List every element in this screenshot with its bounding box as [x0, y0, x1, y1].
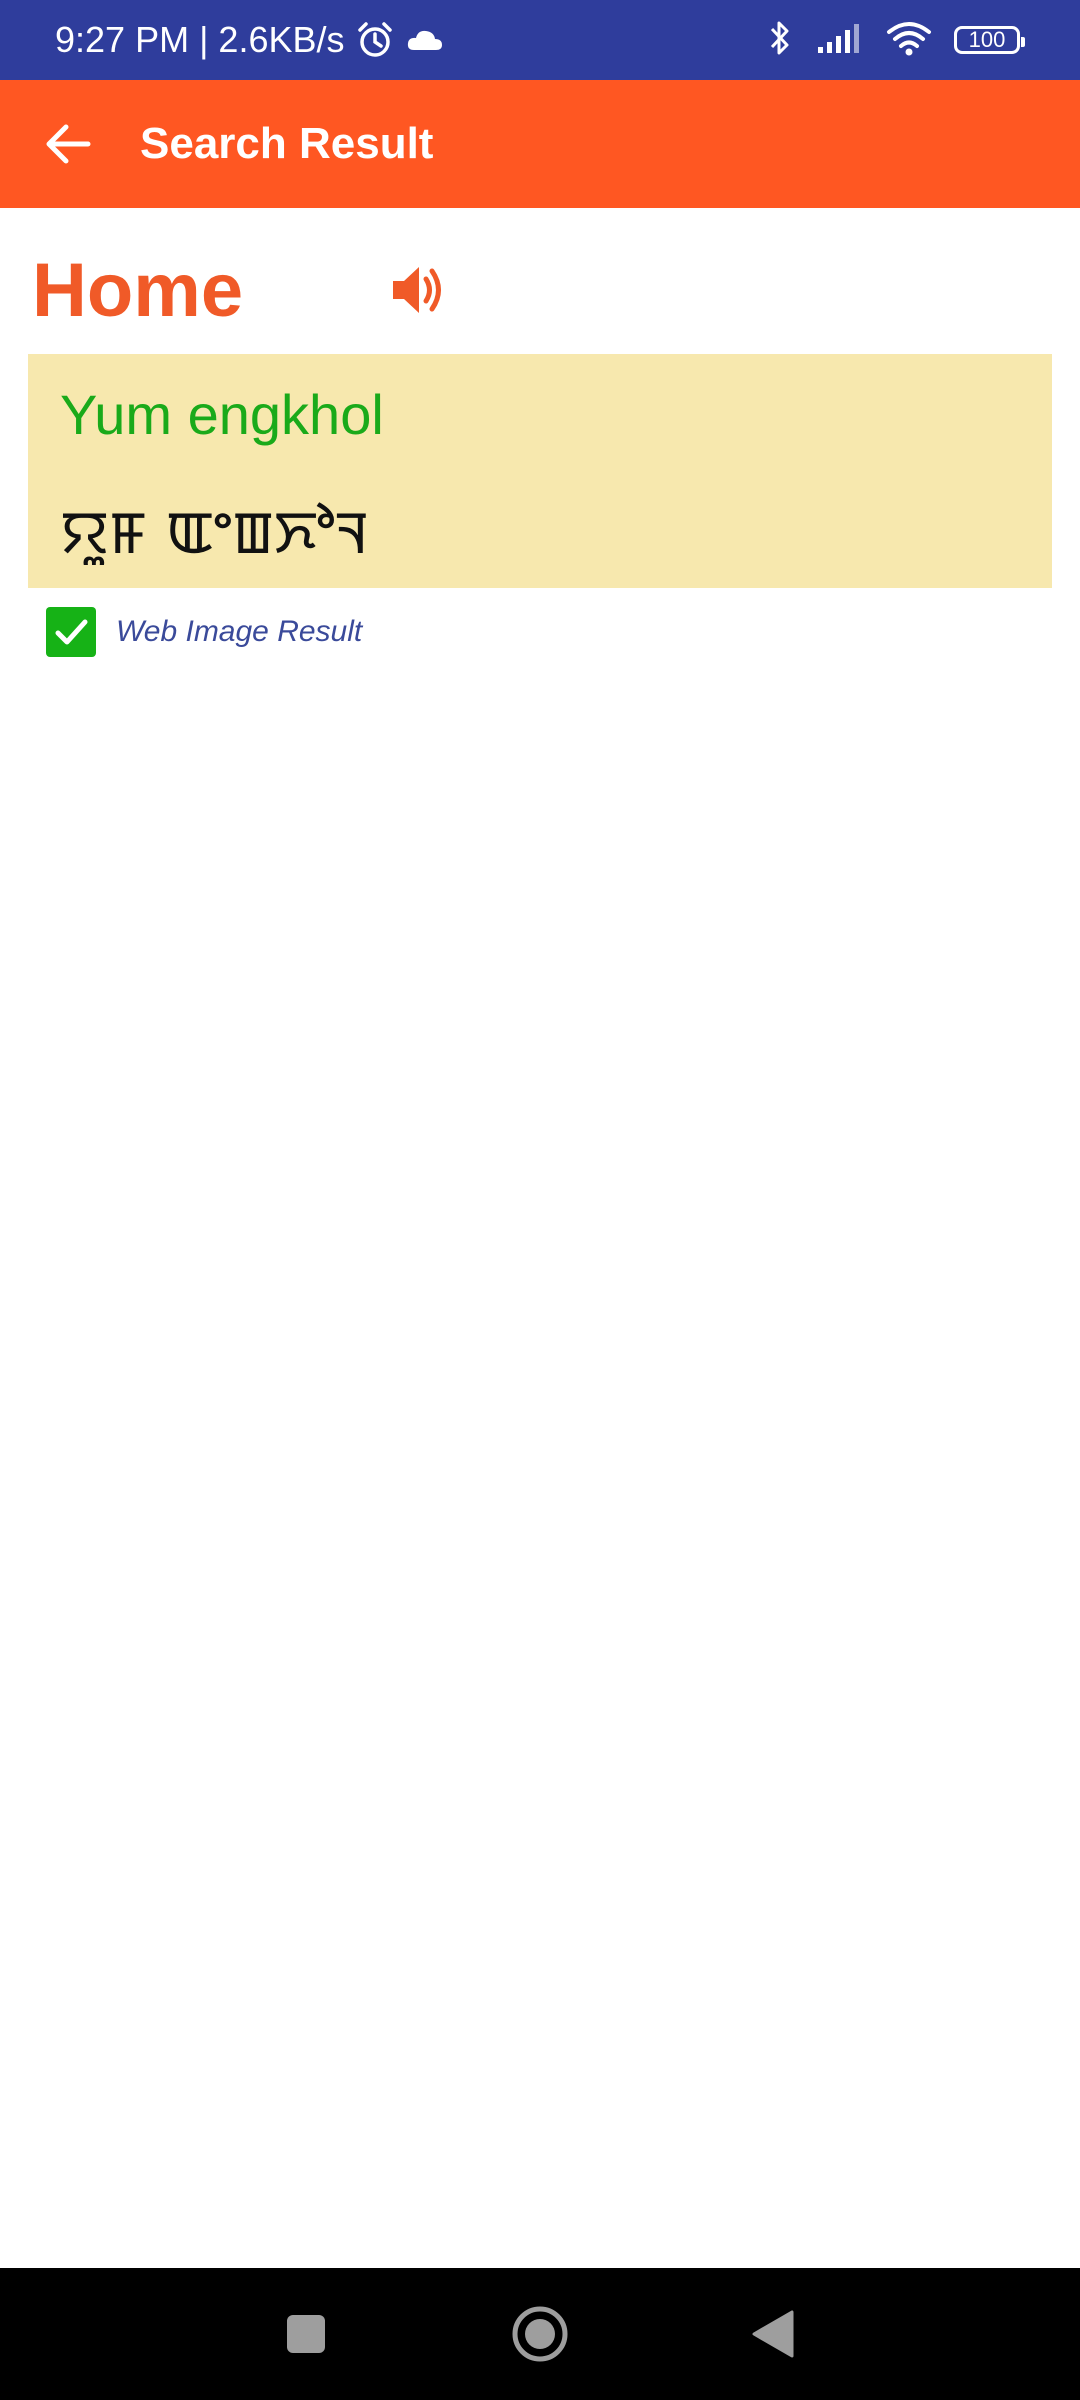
speaker-icon: [393, 267, 441, 313]
home-button[interactable]: [500, 2294, 580, 2374]
app-bar: Search Result: [0, 80, 1080, 208]
home-circle-icon: [512, 2306, 568, 2362]
status-bar: 9:27 PM | 2.6KB/s 100: [0, 0, 1080, 80]
signal-icon: [816, 21, 864, 60]
checkmark-icon: [55, 619, 88, 645]
recents-square-icon: [287, 2315, 325, 2353]
alarm-icon: [355, 20, 395, 60]
back-button[interactable]: [36, 112, 100, 176]
status-time: 9:27 PM | 2.6KB/s: [55, 19, 345, 60]
word-row: Home: [32, 240, 454, 340]
cloud-icon: [405, 25, 445, 55]
speaker-button[interactable]: [384, 255, 454, 325]
nav-back-button[interactable]: [733, 2294, 813, 2374]
battery-icon: 100: [954, 26, 1025, 54]
status-left: 9:27 PM | 2.6KB/s: [55, 0, 445, 80]
word-title: Home: [32, 247, 244, 333]
back-arrow-icon: [46, 124, 91, 164]
back-triangle-icon: [752, 2310, 794, 2358]
navigation-bar: [0, 2268, 1080, 2400]
meitei-script-text: ꯌꯨꯝ ꯑꯦꯡꯈꯣꯜ: [60, 498, 370, 568]
result-card: Yum engkhol ꯌꯨꯝ ꯑꯦꯡꯈꯣꯜ: [28, 354, 1052, 588]
screen: 9:27 PM | 2.6KB/s 100 Search Result Home…: [0, 0, 1080, 2400]
wifi-icon: [886, 20, 932, 61]
recents-button[interactable]: [266, 2294, 346, 2374]
battery-level: 100: [968, 27, 1006, 52]
web-image-checkbox[interactable]: [46, 607, 96, 657]
web-image-label[interactable]: Web Image Result: [116, 615, 362, 649]
web-image-option: Web Image Result: [46, 604, 362, 660]
bluetooth-icon: [766, 18, 794, 63]
status-right: 100: [766, 0, 1025, 80]
app-title: Search Result: [140, 119, 434, 168]
translation-text: Yum engkhol: [60, 383, 384, 446]
